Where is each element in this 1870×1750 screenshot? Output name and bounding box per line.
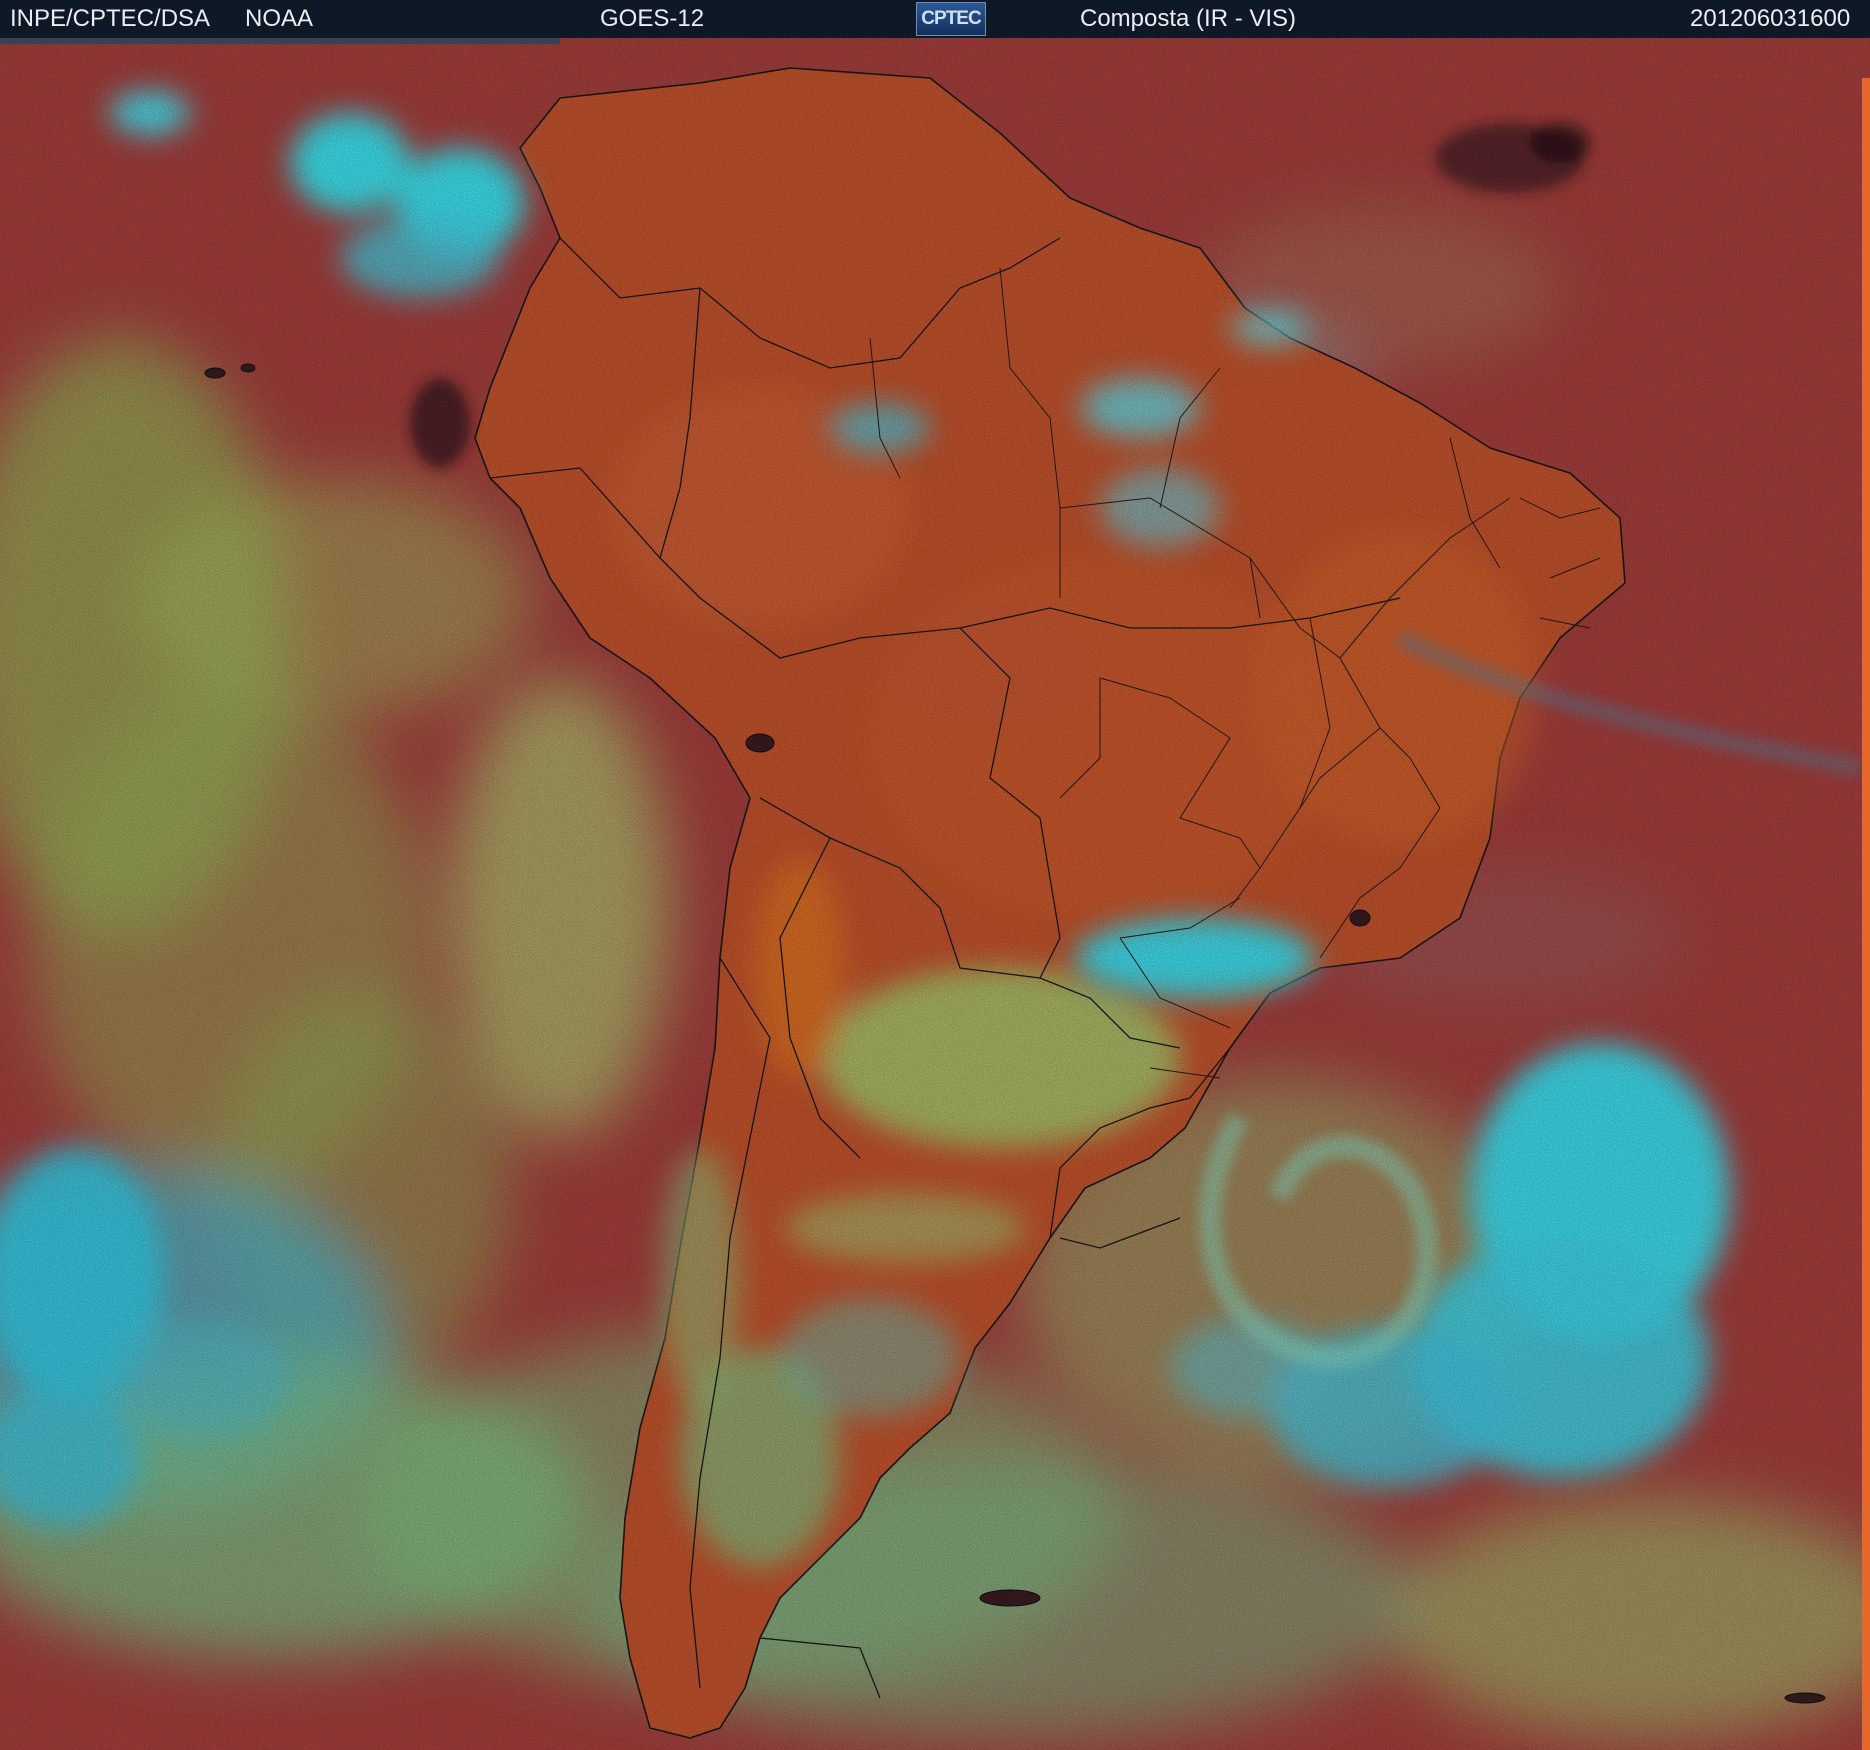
image-edge: [1862, 78, 1870, 1750]
satellite-image-frame: INPE/CPTEC/DSA NOAA GOES-12 CPTEC Compos…: [0, 0, 1870, 1750]
partner-label: NOAA: [245, 5, 314, 32]
satellite-map-svg: [0, 38, 1870, 1750]
logo-text: CPTEC: [921, 8, 981, 29]
satellite-map: [0, 38, 1870, 1750]
product-label: Composta (IR - VIS): [1080, 5, 1297, 32]
cptec-logo: CPTEC: [916, 2, 986, 36]
timestamp-label: 201206031600: [1690, 5, 1851, 32]
satellite-label: GOES-12: [600, 5, 705, 32]
agency-label: INPE/CPTEC/DSA: [10, 5, 211, 32]
header-bar: INPE/CPTEC/DSA NOAA GOES-12 CPTEC Compos…: [0, 0, 1870, 38]
top-edge-strip: [0, 38, 560, 44]
texture-overlay: [0, 38, 1870, 1750]
